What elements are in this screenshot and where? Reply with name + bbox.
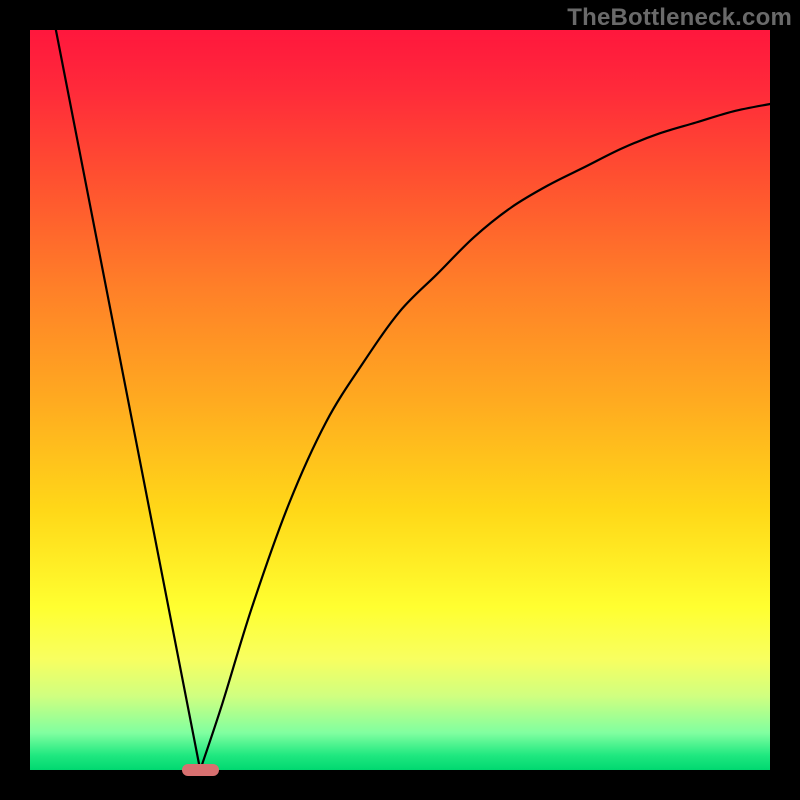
plot-area <box>30 30 770 770</box>
chart-frame: TheBottleneck.com <box>0 0 800 800</box>
curve-left-linear <box>56 30 200 770</box>
minimum-marker <box>182 764 219 776</box>
watermark-text: TheBottleneck.com <box>567 4 792 32</box>
curve-right <box>200 104 770 770</box>
curve-svg <box>30 30 770 770</box>
